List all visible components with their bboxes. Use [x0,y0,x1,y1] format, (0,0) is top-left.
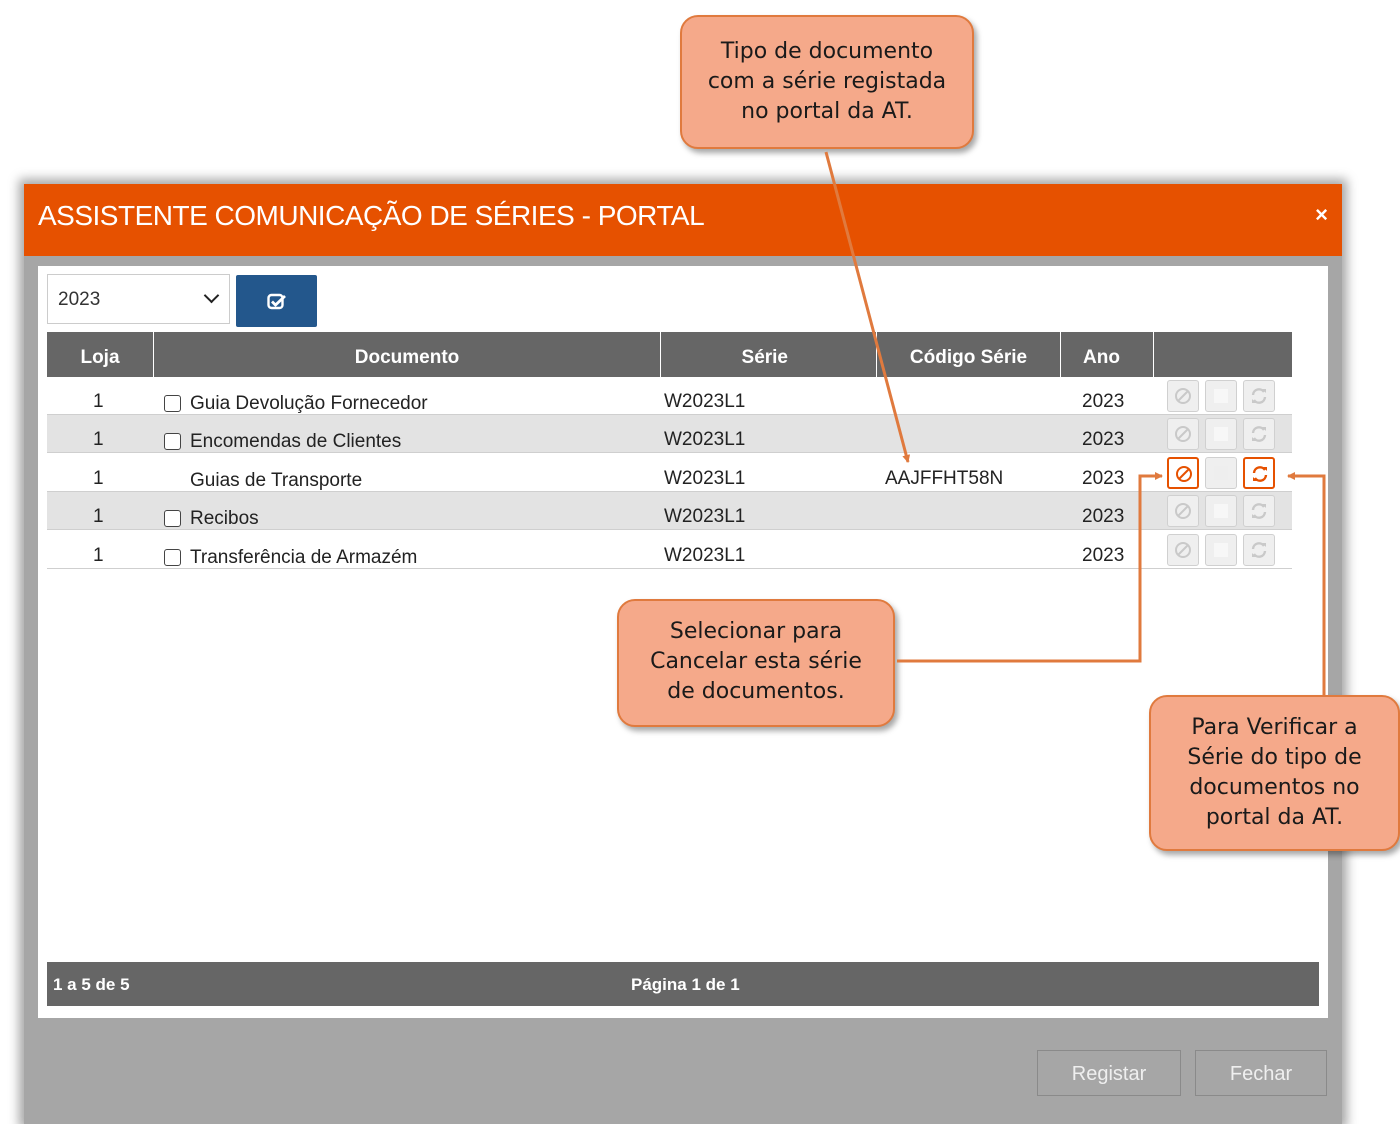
table-row[interactable]: 1 Recibos W2023L1 2023 [47,492,1292,530]
close-button[interactable]: Fechar [1195,1050,1327,1096]
close-icon[interactable]: × [1315,202,1328,228]
cell-documento: Transferência de Armazém [190,547,418,568]
pager-range: 1 a 5 de 5 [53,975,130,994]
callout-line: Tipo de documento [720,39,934,64]
row-actions [1167,495,1275,527]
year-select[interactable]: 2023 [47,274,230,324]
cancel-series-button[interactable] [1167,380,1199,412]
callout-series-code: Tipo de documento com a série registada … [680,15,974,149]
callout-line: de documentos. [667,679,845,704]
stop-button[interactable] [1205,495,1237,527]
cancel-icon [1175,426,1191,442]
callout-verify: Para Verificar a Série do tipo de docume… [1149,695,1400,851]
table-row[interactable]: 1 Guia Devolução Fornecedor W2023L1 2023 [47,377,1292,415]
cell-ano: 2023 [1082,468,1125,489]
stop-button[interactable] [1205,418,1237,450]
pager-page: Página 1 de 1 [631,975,740,994]
callout-line: no portal da AT. [741,99,913,124]
col-codigo-serie[interactable]: Código Série [877,332,1061,377]
callout-line: Para Verificar a [1191,715,1358,740]
table-row[interactable]: 1 Transferência de Armazém W2023L1 2023 [47,531,1292,569]
cell-ano: 2023 [1082,545,1125,566]
dialog-title: ASSISTENTE COMUNICAÇÃO DE SÉRIES - PORTA… [38,200,705,231]
grid-header: Loja Documento Série Código Série Ano [47,332,1292,377]
stop-icon [1214,427,1228,441]
cancel-series-button[interactable] [1167,534,1199,566]
row-checkbox[interactable] [164,549,181,566]
grid-pager: 1 a 5 de 5 Página 1 de 1 [47,962,1319,1006]
col-loja[interactable]: Loja [47,332,154,377]
row-actions [1167,418,1275,450]
refresh-icon [1252,466,1268,482]
verify-series-button[interactable] [1243,534,1275,566]
stop-icon [1214,504,1228,518]
refresh-icon [1251,503,1267,519]
row-actions [1167,380,1275,412]
col-serie[interactable]: Série [661,332,877,377]
register-button[interactable]: Registar [1037,1050,1181,1096]
cell-documento: Recibos [190,508,259,529]
cancel-icon [1176,466,1192,482]
cancel-series-button[interactable] [1167,418,1199,450]
verify-series-button[interactable] [1243,380,1275,412]
stop-icon [1214,543,1228,557]
callout-line: Série do tipo de [1187,745,1362,770]
stop-button[interactable] [1205,380,1237,412]
stop-button[interactable] [1205,534,1237,566]
refresh-icon [1251,388,1267,404]
cell-loja: 1 [93,468,104,489]
col-ano[interactable]: Ano [1061,332,1154,377]
table-row[interactable]: 1 Guias de Transporte W2023L1 AAJFFHT58N 202… [47,454,1292,492]
cell-documento: Encomendas de Clientes [190,431,402,452]
callout-line: portal da AT. [1205,805,1344,830]
callout-cancel: Selecionar para Cancelar esta série de d… [617,599,895,727]
cancel-icon [1175,503,1191,519]
cell-documento: Guia Devolução Fornecedor [190,393,428,414]
callout-line: Cancelar esta série [650,649,862,674]
callout-line: documentos no [1189,775,1360,800]
stop-icon [1214,466,1228,480]
year-select-value: 2023 [58,289,101,310]
row-checkbox[interactable] [164,395,181,412]
cell-loja: 1 [93,429,104,450]
cell-documento: Guias de Transporte [190,470,363,491]
col-documento[interactable]: Documento [154,332,661,377]
refresh-icon [1251,542,1267,558]
cell-serie: W2023L1 [664,506,746,527]
cell-serie: W2023L1 [664,545,746,566]
row-actions [1167,457,1275,489]
cell-serie: W2023L1 [664,468,746,489]
verify-series-button[interactable] [1243,418,1275,450]
callout-line: Selecionar para [669,619,843,644]
cell-ano: 2023 [1082,506,1125,527]
dialog-titlebar: ASSISTENTE COMUNICAÇÃO DE SÉRIES - PORTA… [24,184,1342,256]
apply-filter-button[interactable] [236,275,317,327]
verify-series-button[interactable] [1243,457,1275,489]
verify-series-button[interactable] [1243,495,1275,527]
stop-button[interactable] [1205,457,1237,489]
cell-ano: 2023 [1082,429,1125,450]
cancel-icon [1175,542,1191,558]
row-checkbox[interactable] [164,433,181,450]
row-checkbox[interactable] [164,510,181,527]
check-square-icon [267,293,286,310]
row-actions [1167,534,1275,566]
cancel-series-button[interactable] [1167,495,1199,527]
cell-loja: 1 [93,545,104,566]
table-row[interactable]: 1 Encomendas de Clientes W2023L1 2023 [47,415,1292,453]
cell-loja: 1 [93,391,104,412]
cell-ano: 2023 [1082,391,1125,412]
refresh-icon [1251,426,1267,442]
cancel-series-button[interactable] [1167,457,1199,489]
chevron-down-icon [203,287,220,304]
col-actions [1154,332,1292,377]
cell-serie: W2023L1 [664,391,746,412]
cell-codigo-serie: AAJFFHT58N [885,468,1004,489]
cell-serie: W2023L1 [664,429,746,450]
callout-line: com a série registada [707,69,947,94]
stop-icon [1214,389,1228,403]
cell-loja: 1 [93,506,104,527]
cancel-icon [1175,388,1191,404]
